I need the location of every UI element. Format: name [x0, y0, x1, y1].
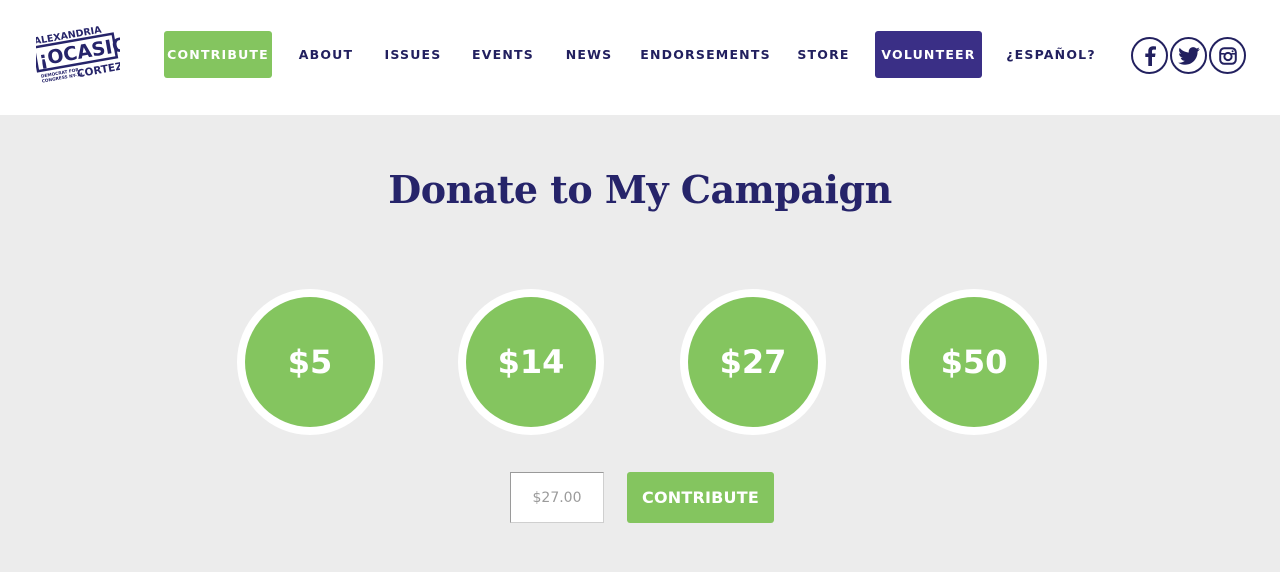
amount-label: $27 — [688, 297, 818, 427]
nav-item-events[interactable]: EVENTS — [470, 31, 536, 78]
amount-label: $50 — [909, 297, 1039, 427]
page-title: Donate to My Campaign — [388, 167, 892, 212]
nav-contribute-button[interactable]: CONTRIBUTE — [164, 31, 272, 78]
twitter-icon[interactable] — [1170, 37, 1207, 74]
custom-amount-input[interactable] — [510, 472, 604, 523]
facebook-icon[interactable] — [1131, 37, 1168, 74]
nav-item-news[interactable]: NEWS — [562, 31, 616, 78]
nav-item-espanol[interactable]: ¿ESPAÑOL? — [1005, 31, 1097, 78]
amount-label: $14 — [466, 297, 596, 427]
site-header: ALEXANDRIA ¡OCASIO! DEMOCRAT FOR CONGRES… — [0, 0, 1280, 115]
amount-50-button[interactable]: $50 — [901, 289, 1047, 435]
nav-item-endorsements[interactable]: ENDORSEMENTS — [640, 31, 769, 78]
nav-item-store[interactable]: STORE — [795, 31, 852, 78]
contribute-submit-button[interactable]: CONTRIBUTE — [627, 472, 774, 523]
amount-14-button[interactable]: $14 — [458, 289, 604, 435]
main-nav: CONTRIBUTE ABOUT ISSUES EVENTS NEWS ENDO… — [0, 0, 1280, 115]
amount-label: $5 — [245, 297, 375, 427]
nav-item-about[interactable]: ABOUT — [296, 31, 356, 78]
instagram-icon[interactable] — [1209, 37, 1246, 74]
nav-volunteer-button[interactable]: VOLUNTEER — [875, 31, 982, 78]
nav-item-issues[interactable]: ISSUES — [383, 31, 443, 78]
amount-27-button[interactable]: $27 — [680, 289, 826, 435]
donate-section: Donate to My Campaign $5 $14 $27 $50 CON… — [0, 115, 1280, 572]
amount-5-button[interactable]: $5 — [237, 289, 383, 435]
